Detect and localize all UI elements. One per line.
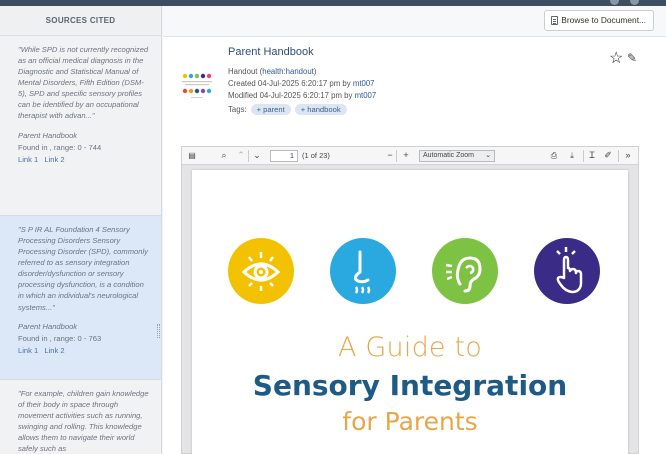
zoom-in-icon[interactable]: + [401,149,411,162]
search-icon[interactable]: ⌕ [218,149,230,162]
toolbar-divider [248,150,249,162]
sidebar-toggle-icon[interactable]: ▤ [186,149,198,162]
modified-text: Modified 04-Jul-2025 6:20:17 pm by [228,91,355,101]
toolbar-divider [396,150,397,162]
source-item-selected[interactable]: "S P IR AL Foundation 4 Sensory Processi… [0,216,161,380]
sources-sidebar: SOURCES CITED "While SPD is not currentl… [0,6,162,454]
source-item[interactable]: "While SPD is not currently recognized a… [0,36,161,216]
touch-circle [534,238,600,304]
page-number-input[interactable]: 1 [270,150,298,162]
cover-title-line-3: for Parents [342,407,478,436]
document-thumbnail [179,66,219,102]
type-prefix: Handout ( [228,67,263,76]
browse-to-document-button[interactable]: Browse to Document... [544,10,654,31]
pdf-page: A Guide to Sensory Integration for Paren… [192,170,628,454]
eye-icon [241,252,281,291]
chevron-down-icon: ⌄ [485,152,491,159]
tags-label: Tags: [228,105,247,114]
star-icon[interactable]: ☆ [609,51,623,67]
hearing-circle [432,238,498,304]
pdf-viewer: ▤ ⌕ ⌃ ⌄ 1 (1 of 23) − + Automatic Zoom ⌄… [181,146,639,454]
source-quote: "For example, children gain knowledge of… [18,389,149,454]
source-link-1[interactable]: Link 1 [18,346,38,355]
chevron-down-icon[interactable]: ⌄ [252,149,262,162]
save-icon[interactable]: ⤓ [566,149,578,162]
zoom-select-label: Automatic Zoom [423,152,474,159]
sidebar-title: SOURCES CITED [0,6,161,36]
print-icon[interactable]: ⎙ [548,149,560,162]
source-range: Found in , range: 0 - 763 [18,333,102,343]
sight-circle [228,238,294,304]
source-item[interactable]: "For example, children gain knowledge of… [0,380,161,454]
zoom-out-icon[interactable]: − [385,149,395,162]
resize-handle[interactable] [157,324,160,338]
modified-user-link[interactable]: mt007 [355,91,377,100]
pdf-toolbar: ▤ ⌕ ⌃ ⌄ 1 (1 of 23) − + Automatic Zoom ⌄… [182,147,638,165]
created-text: Created 04-Jul-2025 6:20:17 pm by [228,79,353,89]
toolbar-divider [583,150,584,162]
cover-title-line-2: Sensory Integration [252,369,568,402]
source-document-name: Parent Handbook [18,130,78,140]
nose-icon [353,250,371,294]
source-range: Found in , range: 0 - 744 [18,142,102,152]
browse-bar: Browse to Document... [163,6,666,37]
more-tools-icon[interactable]: » [622,149,634,162]
source-quote: "S P IR AL Foundation 4 Sensory Processi… [18,225,148,312]
source-document-name: Parent Handbook [18,321,78,331]
source-link-2[interactable]: Link 2 [44,346,64,355]
source-link-2[interactable]: Link 2 [44,155,64,164]
tag-handbook[interactable]: + handbook [294,104,347,115]
text-cursor-icon[interactable]: Ɪ [587,149,597,162]
toolbar-divider [618,150,619,162]
window-control-icon[interactable] [630,0,639,5]
source-quote: "While SPD is not currently recognized a… [18,45,149,121]
pencil-icon[interactable]: ✎ [627,52,637,64]
tags-row: Tags: + parent + handbook [228,104,347,115]
document-icon [551,16,559,25]
pointing-hand-icon [556,247,583,294]
document-panel: Browse to Document... Parent Handbook Ha… [163,6,666,454]
type-suffix: ) [313,67,317,76]
window-control-icon[interactable] [610,0,619,5]
source-link-1[interactable]: Link 1 [18,155,38,164]
smell-circle [330,238,396,304]
chevron-up-icon[interactable]: ⌃ [236,149,246,162]
document-title[interactable]: Parent Handbook [228,46,314,58]
created-user-link[interactable]: mt007 [353,79,375,88]
type-link[interactable]: health:handout [262,67,314,76]
document-metadata: Handout (health:handout) Created 04-Jul-… [228,66,376,102]
tag-parent[interactable]: + parent [250,104,291,115]
browse-button-label: Browse to Document... [561,15,646,25]
zoom-select[interactable]: Automatic Zoom ⌄ [419,150,495,162]
ear-icon [445,256,482,293]
draw-icon[interactable]: ✐ [602,149,614,162]
cover-title-line-1: A Guide to [337,332,483,363]
page-count: (1 of 23) [302,151,330,160]
